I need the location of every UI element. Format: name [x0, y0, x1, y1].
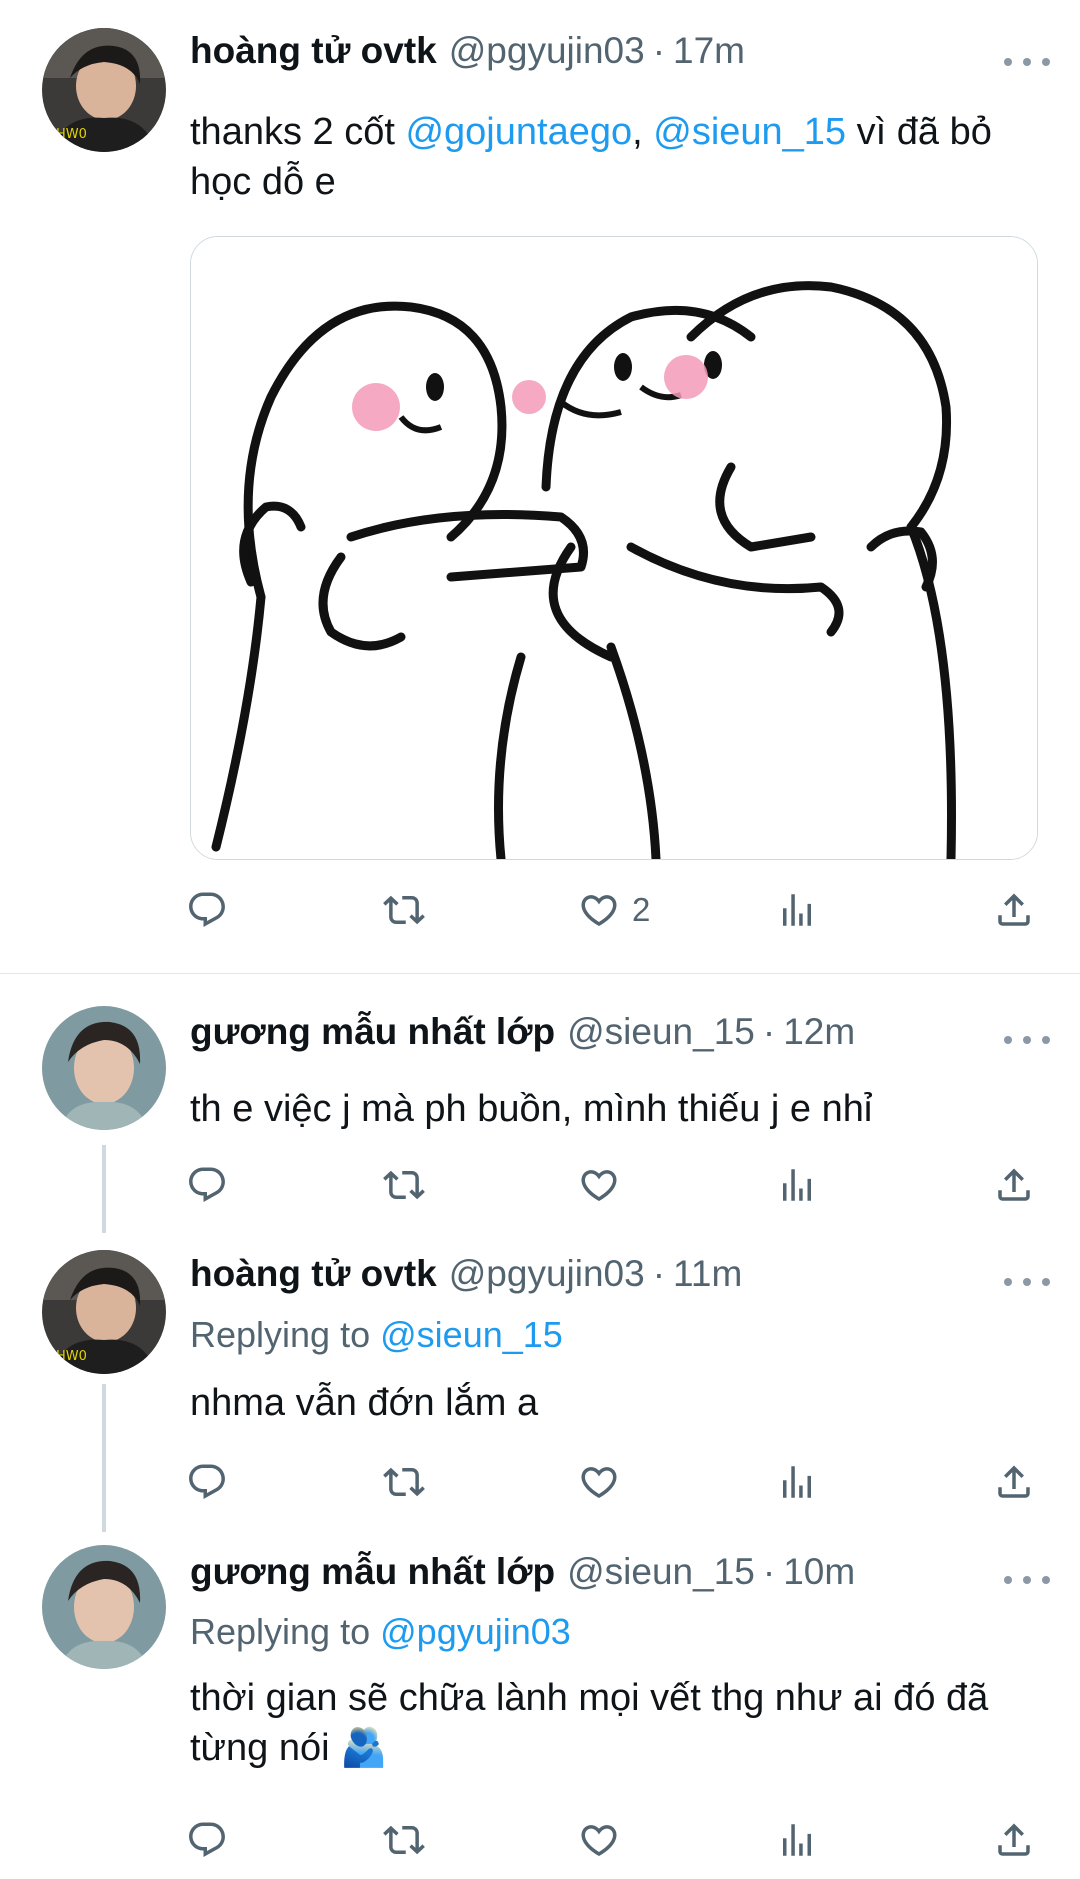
retweet-button[interactable]: [383, 1160, 425, 1210]
share-icon: [993, 1164, 1035, 1206]
tweet-text: thời gian sẽ chữa lành mọi vết thg như a…: [190, 1677, 989, 1769]
username[interactable]: @pgyujin03: [449, 1253, 645, 1295]
reply-button[interactable]: [186, 1160, 228, 1210]
retweet-button[interactable]: [383, 1815, 425, 1865]
timestamp[interactable]: 10m: [783, 1551, 855, 1593]
share-icon: [993, 889, 1035, 931]
separator-dot: ·: [762, 1011, 776, 1052]
tweet-header: gương mẫu nhất lớp @sieun_15 · 12m: [190, 1011, 1020, 1061]
like-button[interactable]: [578, 1457, 620, 1507]
tweet-actions: [0, 1815, 1080, 1865]
timestamp[interactable]: 12m: [783, 1011, 855, 1053]
retweet-button[interactable]: [383, 1457, 425, 1507]
avatar[interactable]: HW0: [42, 1250, 166, 1374]
tweet-actions: [0, 1457, 1080, 1507]
like-button[interactable]: 2: [578, 885, 650, 935]
reply-icon: [186, 1819, 228, 1861]
tweet-text: nhma vẫn đớn lắm a: [190, 1382, 539, 1424]
avatar[interactable]: [42, 1545, 166, 1669]
like-button[interactable]: [578, 1815, 620, 1865]
username[interactable]: @pgyujin03: [449, 30, 645, 72]
reply-button[interactable]: [186, 885, 228, 935]
mention-link[interactable]: @gojuntaego: [405, 111, 632, 153]
mention-link[interactable]: @sieun_15: [380, 1314, 563, 1355]
views-button[interactable]: [776, 1815, 818, 1865]
views-button[interactable]: [776, 885, 818, 935]
share-button[interactable]: [993, 1160, 1035, 1210]
views-icon: [776, 1461, 818, 1503]
tweet-actions: 2: [0, 885, 1080, 935]
share-icon: [993, 1819, 1035, 1861]
retweet-icon: [383, 1819, 425, 1861]
divider: [0, 973, 1080, 974]
timestamp[interactable]: 17m: [673, 30, 745, 72]
username[interactable]: @sieun_15: [567, 1551, 755, 1593]
like-count: 2: [632, 891, 651, 928]
retweet-icon: [383, 1164, 425, 1206]
more-icon[interactable]: [1004, 1262, 1050, 1302]
tweet-header: hoàng tử ovtk @pgyujin03 · 11m: [190, 1253, 1020, 1303]
share-button[interactable]: [993, 885, 1035, 935]
tweet-text: th e việc j mà ph buồn, mình thiếu j e n…: [190, 1088, 873, 1130]
separator-dot: ·: [762, 1551, 776, 1592]
replying-label: Replying to: [190, 1314, 371, 1355]
views-button[interactable]: [776, 1160, 818, 1210]
mention-link[interactable]: @sieun_15: [653, 111, 846, 153]
display-name[interactable]: hoàng tử ovtk: [190, 1253, 437, 1295]
avatar[interactable]: HW0: [42, 28, 166, 152]
text-part: ,: [632, 111, 654, 153]
text-part: thanks 2 cốt: [190, 111, 406, 153]
share-button[interactable]: [993, 1815, 1035, 1865]
reply-icon: [186, 1164, 228, 1206]
tweet-header: hoàng tử ovtk @pgyujin03 · 17m: [190, 30, 1020, 80]
share-button[interactable]: [993, 1457, 1035, 1507]
views-button[interactable]: [776, 1457, 818, 1507]
heart-icon: [578, 1819, 620, 1861]
avatar[interactable]: [42, 1006, 166, 1130]
heart-icon: [578, 1461, 620, 1503]
reply-button[interactable]: [186, 1815, 228, 1865]
svg-text:HW0: HW0: [56, 1349, 87, 1364]
timestamp[interactable]: 11m: [673, 1253, 742, 1295]
display-name[interactable]: gương mẫu nhất lớp: [190, 1551, 555, 1593]
views-icon: [776, 1164, 818, 1206]
replying-to: Replying to @pgyujin03: [190, 1611, 571, 1653]
heart-icon: [578, 889, 620, 931]
like-button[interactable]: [578, 1160, 620, 1210]
retweet-button[interactable]: [383, 885, 425, 935]
reply-button[interactable]: [186, 1457, 228, 1507]
tweet-actions: [0, 1160, 1080, 1210]
more-icon[interactable]: [1004, 1560, 1050, 1600]
tweet-media-image[interactable]: [190, 236, 1038, 860]
more-icon[interactable]: [1004, 42, 1050, 82]
retweet-icon: [383, 1461, 425, 1503]
tweet-text: thanks 2 cốt @gojuntaego, @sieun_15 vì đ…: [190, 107, 1030, 207]
replying-label: Replying to: [190, 1611, 371, 1652]
display-name[interactable]: gương mẫu nhất lớp: [190, 1011, 555, 1053]
views-icon: [776, 889, 818, 931]
reply-icon: [186, 889, 228, 931]
separator-dot: ·: [652, 30, 666, 71]
svg-text:HW0: HW0: [56, 127, 87, 142]
reply-icon: [186, 1461, 228, 1503]
more-icon[interactable]: [1004, 1020, 1050, 1060]
views-icon: [776, 1819, 818, 1861]
hug-sticker-image: [191, 237, 1037, 859]
display-name[interactable]: hoàng tử ovtk: [190, 30, 437, 72]
separator-dot: ·: [652, 1253, 666, 1294]
replying-to: Replying to @sieun_15: [190, 1314, 563, 1356]
username[interactable]: @sieun_15: [567, 1011, 755, 1053]
mention-link[interactable]: @pgyujin03: [380, 1611, 571, 1652]
share-icon: [993, 1461, 1035, 1503]
heart-icon: [578, 1164, 620, 1206]
retweet-icon: [383, 889, 425, 931]
tweet-header: gương mẫu nhất lớp @sieun_15 · 10m: [190, 1551, 1020, 1601]
